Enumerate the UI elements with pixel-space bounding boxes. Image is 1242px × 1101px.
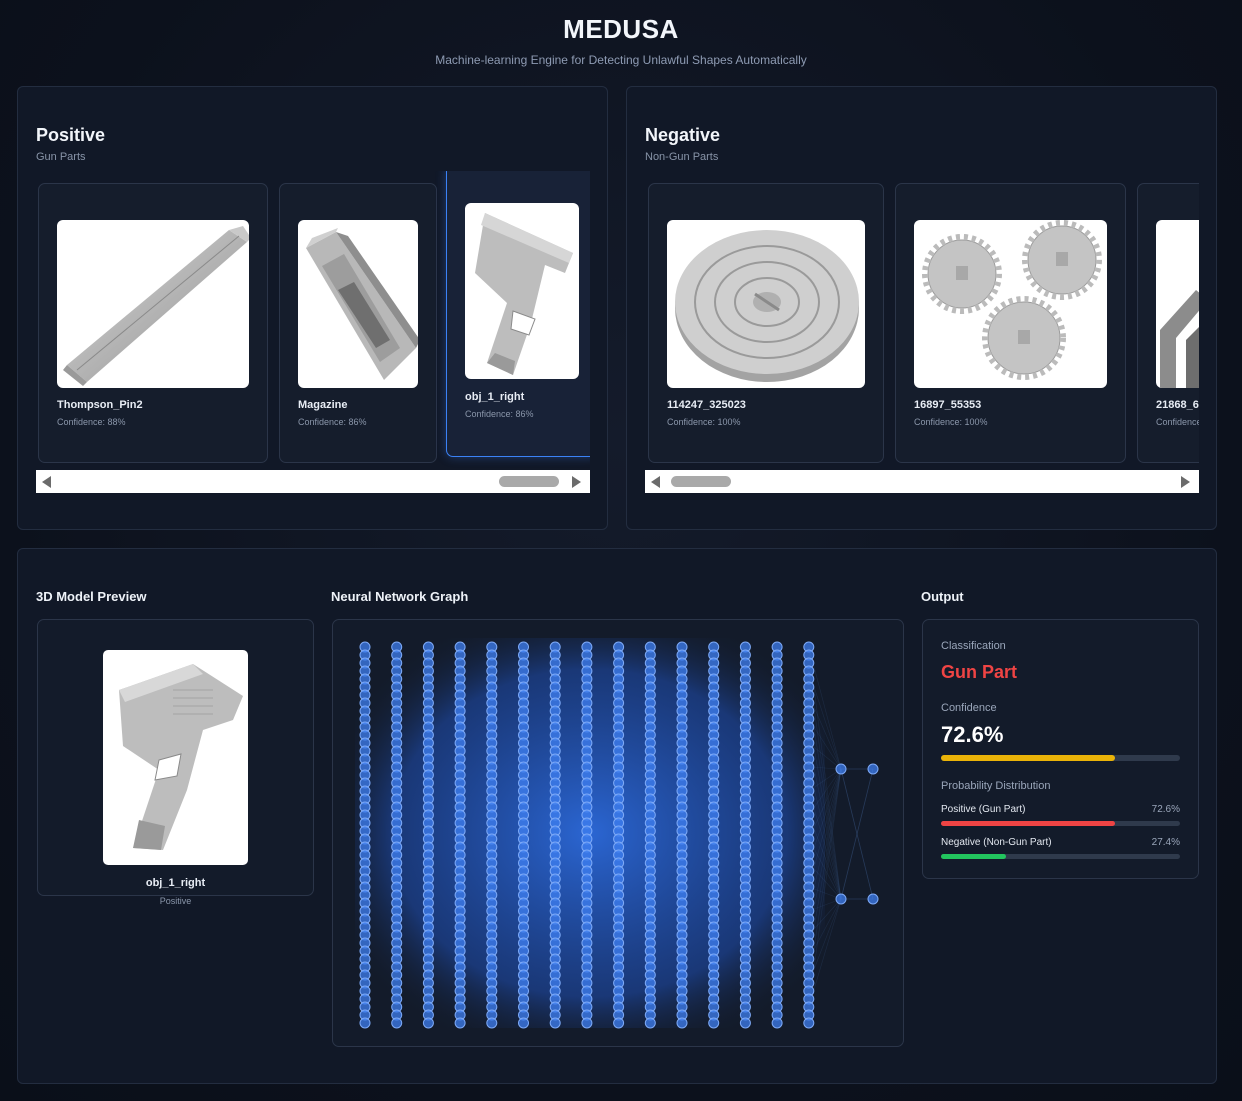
app-title: MEDUSA [563, 14, 679, 44]
output-box: Classification Gun Part Confidence 72.6%… [922, 619, 1199, 879]
scroll-right-icon[interactable] [572, 476, 581, 488]
preview-label: 3D Model Preview [36, 589, 147, 604]
positive-carousel: Thompson_Pin2 Confidence: 88% Magazine C… [36, 171, 590, 471]
distribution-bar [941, 821, 1180, 826]
distribution-row-value: 27.4% [1151, 837, 1180, 848]
network-node [518, 1017, 529, 1029]
network-node [391, 1017, 403, 1029]
card-name: obj_1_right [465, 391, 525, 403]
gears-render-image [914, 220, 1107, 388]
analysis-panel: 3D Model Preview obj_1_right Positive Ne… [17, 548, 1217, 1084]
distribution-row-value: 72.6% [1151, 804, 1180, 815]
network-node [771, 1017, 783, 1029]
distribution-bar [941, 854, 1180, 859]
distribution-row-negative: Negative (Non-Gun Part) 27.4% [941, 837, 1180, 861]
card-name: 16897_55353 [914, 399, 982, 411]
classification-value: Gun Part [941, 662, 1018, 682]
card-name: Thompson_Pin2 [57, 399, 143, 411]
output-label: Output [921, 589, 964, 604]
distribution-bar-fill [941, 854, 1007, 859]
network-graph [355, 638, 879, 1029]
pistol-render-image [465, 203, 579, 379]
network-node [549, 1017, 561, 1029]
network-output-node [835, 763, 847, 775]
network-node [613, 1017, 625, 1029]
magazine-render-image [298, 220, 418, 388]
network-node [676, 1017, 688, 1029]
card-name: Magazine [298, 399, 348, 411]
scroll-thumb[interactable] [499, 476, 559, 487]
network-output-node [867, 763, 879, 775]
distribution-row-label: Negative (Non-Gun Part) [941, 837, 1052, 848]
negative-panel: Negative Non-Gun Parts 114247_325023 Con… [626, 86, 1217, 530]
bracket-render-image [1156, 220, 1199, 388]
scroll-left-icon[interactable] [42, 476, 51, 488]
card-confidence: Confidence: 86% [298, 417, 367, 427]
card-name: 114247_325023 [667, 399, 746, 411]
network-output-node [867, 893, 879, 905]
distribution-label: Probability Distribution [941, 780, 1051, 792]
preview-name: obj_1_right [145, 877, 206, 889]
scroll-thumb[interactable] [671, 476, 731, 487]
app-subtitle: Machine-learning Engine for Detecting Un… [435, 53, 807, 67]
confidence-bar [941, 755, 1180, 761]
network-node [454, 1017, 466, 1029]
card-name: 21868_68 [1156, 399, 1199, 411]
negative-subtitle: Non-Gun Parts [645, 151, 719, 163]
positive-title: Positive [36, 125, 106, 145]
negative-card[interactable]: 21868_68 Confidence [1137, 183, 1199, 463]
positive-panel: Positive Gun Parts Thompson_Pin2 Confide… [17, 86, 608, 530]
distribution-row-positive: Positive (Gun Part) 72.6% [941, 804, 1180, 828]
network-node [803, 1017, 815, 1029]
positive-card[interactable]: Thompson_Pin2 Confidence: 88% [38, 183, 268, 463]
preview-category: Positive [159, 896, 192, 906]
network-node [422, 1017, 434, 1029]
confidence-bar-fill [941, 755, 1115, 761]
network-graph-box [332, 619, 904, 1047]
confidence-value: 72.6% [941, 722, 1004, 747]
positive-card-selected[interactable]: obj_1_right Confidence: 86% [446, 171, 590, 457]
scroll-left-icon[interactable] [651, 476, 660, 488]
scroll-right-icon[interactable] [1181, 476, 1190, 488]
network-node [359, 1017, 371, 1029]
negative-card[interactable]: 114247_325023 Confidence: 100% [648, 183, 884, 463]
network-node [644, 1017, 656, 1029]
network-output-node [835, 893, 847, 905]
positive-subtitle: Gun Parts [36, 151, 86, 163]
card-confidence: Confidence [1156, 417, 1199, 427]
preview-image [103, 650, 248, 865]
card-confidence: Confidence: 100% [914, 417, 988, 427]
card-confidence: Confidence: 86% [465, 409, 534, 419]
disc-render-image [667, 220, 865, 388]
network-label: Neural Network Graph [331, 589, 469, 604]
network-node [708, 1017, 720, 1029]
card-confidence: Confidence: 88% [57, 417, 126, 427]
negative-title: Negative [645, 125, 721, 145]
network-node [581, 1017, 593, 1029]
positive-card[interactable]: Magazine Confidence: 86% [279, 183, 437, 463]
negative-scrollbar[interactable] [645, 470, 1199, 493]
app-header: MEDUSA Machine-learning Engine for Detec… [0, 14, 1242, 67]
negative-card[interactable]: 16897_55353 Confidence: 100% [895, 183, 1126, 463]
card-confidence: Confidence: 100% [667, 417, 741, 427]
distribution-bar-fill [941, 821, 1115, 826]
negative-carousel: 114247_325023 Confidence: 100% 16897_553… [645, 171, 1199, 471]
network-node [486, 1017, 498, 1029]
distribution-row-label: Positive (Gun Part) [941, 804, 1026, 815]
positive-scrollbar[interactable] [36, 470, 590, 493]
network-node [739, 1017, 751, 1029]
pin-render-image [57, 220, 249, 388]
confidence-label: Confidence [941, 702, 997, 714]
classification-label: Classification [941, 640, 1006, 652]
preview-box[interactable] [37, 619, 314, 896]
